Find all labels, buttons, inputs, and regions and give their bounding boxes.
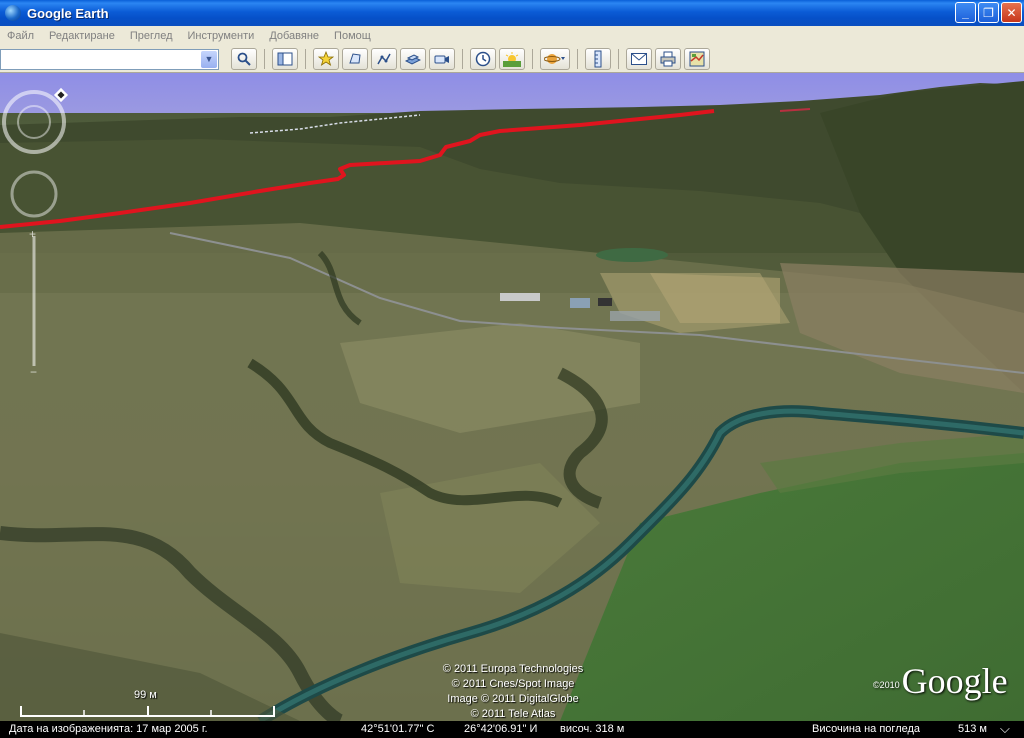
toolbar: ▼ (0, 46, 1024, 73)
logo-year: ©2010 (873, 679, 900, 690)
minimize-button[interactable]: _ (955, 2, 976, 23)
zoom-in-icon[interactable]: + (29, 227, 36, 241)
sunlight-icon (503, 52, 521, 67)
menu-help[interactable]: Помощ (327, 30, 379, 42)
window-controls: _ ❐ ✕ (955, 2, 1022, 23)
status-bar: Дата на изображенията: 17 мар 2005 г. 42… (0, 721, 1024, 738)
toolbar-separator (305, 49, 306, 69)
terrain-imagery (0, 73, 1024, 721)
toolbar-separator (577, 49, 578, 69)
zoom-slider[interactable]: + − (29, 227, 37, 376)
title-bar: Google Earth _ ❐ ✕ (0, 0, 1024, 26)
search-input[interactable] (1, 49, 197, 69)
menu-view[interactable]: Преглед (123, 30, 181, 42)
google-earth-app-icon (5, 5, 21, 21)
close-button[interactable]: ✕ (1001, 2, 1022, 23)
historical-imagery-icon (475, 51, 491, 67)
add-placemark-button[interactable] (313, 48, 339, 70)
imagery-attribution: © 2011 Europa Technologies © 2011 Cnes/S… (400, 662, 626, 722)
attribution-line: © 2011 Europa Technologies (442, 663, 584, 675)
add-image-overlay-button[interactable] (400, 48, 426, 70)
attribution-line: Image © 2011 DigitalGlobe (447, 693, 579, 705)
streaming-indicator-icon: ⌵ (1000, 721, 1010, 736)
add-polygon-button[interactable] (342, 48, 368, 70)
maximize-button[interactable]: ❐ (978, 2, 999, 23)
view-in-maps-button[interactable] (684, 48, 710, 70)
record-tour-icon (434, 55, 449, 64)
planets-button[interactable] (540, 48, 570, 70)
sunlight-button[interactable] (499, 48, 525, 70)
attribution-line: © 2011 Cnes/Spot Image (451, 678, 575, 690)
record-tour-button[interactable] (429, 48, 455, 70)
search-icon (237, 52, 251, 66)
sidebar-toggle-button[interactable] (272, 48, 298, 70)
planets-icon (544, 54, 565, 64)
menu-bar: Файл Редактиране Преглед Инструменти Доб… (0, 26, 1024, 46)
move-joystick[interactable] (10, 170, 58, 218)
scale-bar (20, 706, 275, 717)
print-button[interactable] (655, 48, 681, 70)
menu-edit[interactable]: Редактиране (42, 30, 123, 42)
window-title: Google Earth (27, 5, 109, 21)
logo-text: Google (901, 661, 1008, 701)
navigation-controls[interactable]: + − (0, 86, 70, 376)
toolbar-separator (618, 49, 619, 69)
latitude-readout: 42°51'01.77" С (361, 723, 435, 735)
chevron-down-icon[interactable]: ▼ (201, 50, 217, 68)
ruler-icon (594, 50, 602, 68)
menu-file[interactable]: Файл (0, 30, 42, 42)
polygon-icon (349, 53, 361, 64)
print-icon (660, 51, 676, 67)
search-combo: ▼ (0, 48, 219, 70)
email-icon (631, 53, 647, 65)
zoom-out-icon[interactable]: − (30, 365, 37, 376)
eye-altitude-value: 513 м (958, 723, 987, 735)
placemark-icon (318, 51, 334, 66)
email-button[interactable] (626, 48, 652, 70)
path-icon (377, 53, 391, 65)
scale-label: 99 м (134, 689, 157, 701)
menu-add[interactable]: Добавяне (262, 30, 327, 42)
menu-tools[interactable]: Инструменти (180, 30, 262, 42)
elevation-readout: височ. 318 м (560, 723, 625, 735)
view-in-maps-icon (689, 51, 705, 67)
toolbar-separator (462, 49, 463, 69)
google-logo: ©2010Google (873, 660, 1008, 702)
ruler-button[interactable] (585, 48, 611, 70)
imagery-date: Дата на изображенията: 17 мар 2005 г. (9, 723, 208, 735)
toolbar-separator (264, 49, 265, 69)
add-path-button[interactable] (371, 48, 397, 70)
image-overlay-icon (405, 54, 421, 65)
map-3d-view[interactable]: + − (0, 73, 1024, 721)
look-joystick[interactable] (2, 90, 66, 154)
search-button[interactable] (231, 48, 257, 70)
sidebar-toggle-icon (277, 52, 293, 66)
attribution-line: © 2011 Tele Atlas (470, 708, 556, 720)
eye-altitude-label: Височина на погледа (812, 723, 921, 735)
toolbar-separator (532, 49, 533, 69)
longitude-readout: 26°42'06.91" И (464, 723, 538, 735)
historical-imagery-button[interactable] (470, 48, 496, 70)
